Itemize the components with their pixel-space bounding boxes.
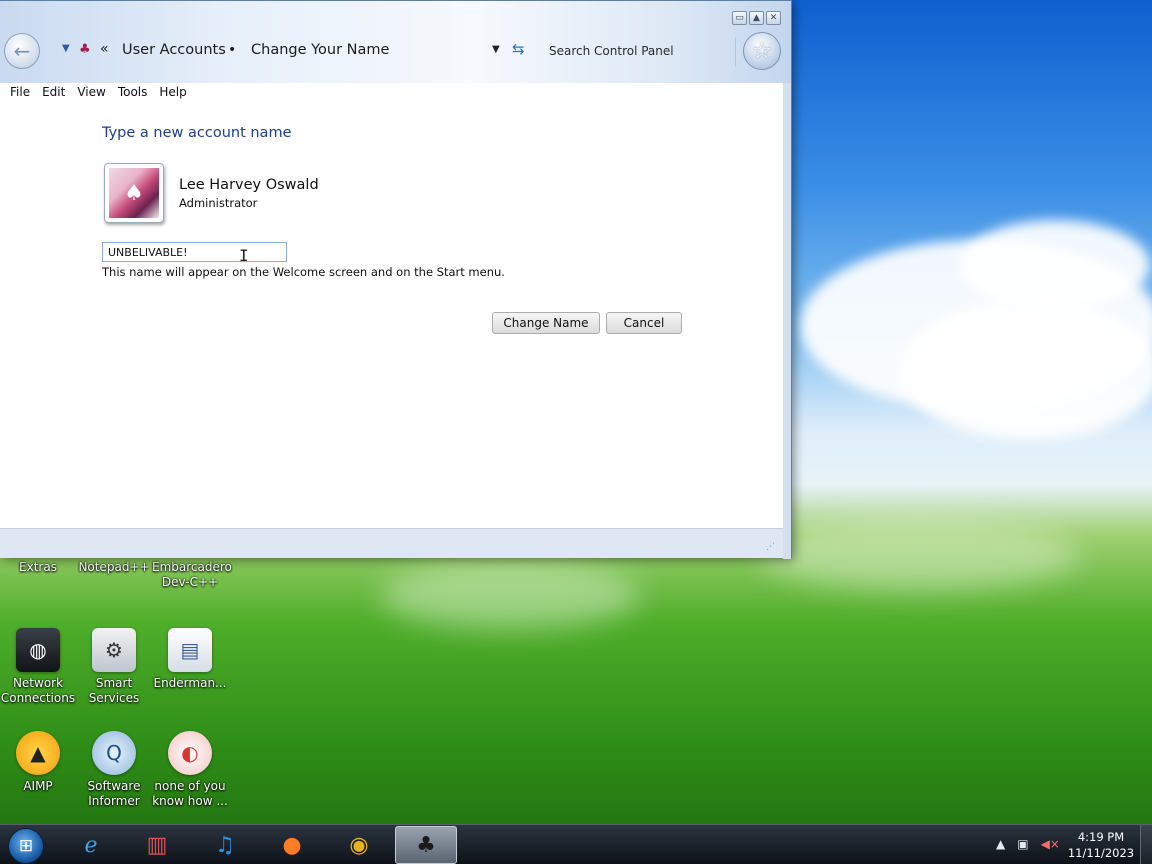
- desktop-icon-extras[interactable]: Extras: [0, 560, 76, 575]
- archive-icon: ▥: [146, 832, 168, 858]
- wallpaper-cloud: [900, 300, 1152, 440]
- desktop-icon-notepadpp[interactable]: Notepad++: [76, 560, 152, 575]
- start-button[interactable]: ⊞: [8, 828, 44, 864]
- taskbar-music-player[interactable]: ♫: [194, 826, 256, 864]
- taskbar-internet-explorer[interactable]: ℯ: [60, 826, 122, 864]
- desktop-icon-label: Extras: [19, 560, 57, 574]
- desktop-icon-network-connections[interactable]: ◍ Network Connections: [0, 628, 76, 706]
- arrow-left-icon: ←: [13, 39, 31, 63]
- volume-muted-icon[interactable]: ◀×: [1041, 837, 1060, 851]
- desktop-icon-label: Smart Services: [88, 676, 140, 705]
- windows-logo-icon: ⊞: [18, 836, 34, 856]
- main-content: Type a new account name ♠ Lee Harvey Osw…: [0, 104, 783, 528]
- maximize-button[interactable]: ▲: [749, 11, 764, 25]
- menu-edit[interactable]: Edit: [36, 83, 71, 104]
- music-player-icon: ♫: [215, 832, 235, 858]
- taskbar: ⊞ ℯ ▥ ♫ ● ◉ ♣ ▲ ▣ ◀× 4:19 PM 11/11/2023: [0, 824, 1152, 864]
- chrome-icon: ◉: [349, 832, 369, 858]
- desktop-icon-label: Software Informer: [87, 779, 141, 808]
- services-icon: ⚙: [92, 628, 136, 672]
- new-name-input[interactable]: [102, 242, 287, 262]
- desktop-icon-label: Enderman...: [153, 676, 227, 690]
- taskbar-user-accounts[interactable]: ♣: [395, 826, 457, 864]
- desktop-icon-label: Network Connections: [0, 676, 76, 705]
- show-desktop-button[interactable]: [1140, 825, 1152, 864]
- desktop-icon-none-of-you[interactable]: ◐ none of you know how ...: [152, 731, 228, 809]
- desktop-icon-label: AIMP: [23, 779, 53, 793]
- status-bar: ⋰: [0, 528, 783, 558]
- text-cursor-icon: I: [239, 246, 249, 265]
- desktop-icon-enderman[interactable]: ▤ Enderman...: [152, 628, 228, 691]
- breadcrumb-separator: •: [228, 42, 237, 58]
- titlebar-divider: [735, 37, 736, 67]
- clock[interactable]: 4:19 PM 11/11/2023: [1066, 829, 1136, 861]
- desktop-icon-aimp[interactable]: ▲ AIMP: [0, 731, 76, 794]
- change-name-button[interactable]: Change Name: [492, 312, 600, 334]
- breadcrumb-change-your-name[interactable]: Change Your Name: [251, 42, 389, 58]
- internet-explorer-icon: ℯ: [84, 832, 98, 858]
- menu-help[interactable]: Help: [153, 83, 192, 104]
- show-hidden-icons-icon[interactable]: ▲: [996, 837, 1005, 851]
- desktop-icon-label: Notepad++: [78, 560, 150, 574]
- desktop-icon-devcpp[interactable]: Embarcadero Dev-C++: [152, 560, 232, 590]
- page-title: Type a new account name: [102, 125, 292, 141]
- taskbar-firefox[interactable]: ●: [261, 826, 323, 864]
- refresh-icon[interactable]: ⇆: [512, 40, 525, 58]
- app-icon: ◐: [168, 731, 212, 775]
- name-hint-text: This name will appear on the Welcome scr…: [102, 265, 505, 279]
- menu-file[interactable]: File: [4, 83, 36, 104]
- firefox-icon: ●: [282, 832, 302, 858]
- window-titlebar: ▭ ▲ ✕ ← ▼ ♣ « User Accounts • Change You…: [0, 1, 791, 83]
- minimize-button[interactable]: ▭: [732, 11, 747, 25]
- favorites-star-button[interactable]: ☆: [743, 32, 781, 70]
- wallpaper-cloud: [960, 220, 1150, 310]
- history-dropdown-icon[interactable]: ▼: [62, 43, 70, 54]
- user-accounts-window: ▭ ▲ ✕ ← ▼ ♣ « User Accounts • Change You…: [0, 0, 792, 559]
- clock-time: 4:19 PM: [1077, 830, 1125, 844]
- cancel-button[interactable]: Cancel: [606, 312, 682, 334]
- network-icon: ◍: [16, 628, 60, 672]
- clock-date: 11/11/2023: [1067, 846, 1135, 860]
- resize-grip-icon[interactable]: ⋰: [766, 542, 775, 552]
- wallpaper-mist: [760, 520, 1080, 590]
- desktop-icon-software-informer[interactable]: Q Software Informer: [76, 731, 152, 809]
- desktop-icon-label: Embarcadero Dev-C++: [152, 560, 232, 589]
- user-picture-icon: ♠: [109, 168, 159, 218]
- aimp-icon: ▲: [16, 731, 60, 775]
- wallpaper-mist: [380, 560, 640, 630]
- taskbar-chrome[interactable]: ◉: [328, 826, 390, 864]
- taskbar-archive[interactable]: ▥: [126, 826, 188, 864]
- breadcrumb-overflow-icon[interactable]: «: [100, 41, 109, 57]
- breadcrumb-user-accounts[interactable]: User Accounts: [122, 42, 226, 58]
- user-role: Administrator: [179, 196, 258, 210]
- desktop-icon-smart-services[interactable]: ⚙ Smart Services: [76, 628, 152, 706]
- shortcut-icon: ▤: [168, 628, 212, 672]
- caption-buttons: ▭ ▲ ✕: [732, 11, 781, 25]
- user-accounts-icon: ♣: [79, 42, 91, 57]
- star-icon: ☆: [752, 38, 772, 64]
- window-frame-edge: [783, 83, 791, 559]
- back-button[interactable]: ←: [4, 33, 40, 69]
- search-input[interactable]: Search Control Panel: [549, 44, 674, 58]
- menu-bar: File Edit View Tools Help: [0, 83, 783, 104]
- network-icon[interactable]: ▣: [1017, 837, 1028, 851]
- address-dropdown-icon[interactable]: ▼: [492, 44, 500, 55]
- close-button[interactable]: ✕: [766, 11, 781, 25]
- menu-view[interactable]: View: [71, 83, 111, 104]
- menu-tools[interactable]: Tools: [112, 83, 154, 104]
- avatar: ♠: [104, 163, 164, 223]
- informer-icon: Q: [92, 731, 136, 775]
- user-accounts-icon: ♣: [416, 832, 436, 858]
- system-tray: ▲ ▣ ◀×: [996, 837, 1060, 851]
- desktop-icon-label: none of you know how ...: [152, 779, 228, 808]
- user-name: Lee Harvey Oswald: [179, 177, 319, 193]
